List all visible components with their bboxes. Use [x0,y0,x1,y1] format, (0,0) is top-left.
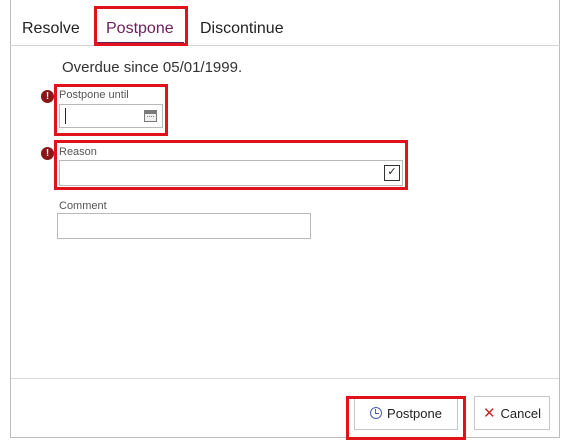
highlight-box-reason [54,140,408,190]
highlight-box-postpone-button [346,396,466,440]
highlight-box-tab [94,6,188,46]
highlight-box-postpone-until [54,84,168,136]
required-icon: ! [41,147,54,160]
cancel-button-label: Cancel [500,405,542,421]
cancel-button[interactable]: ✕ Cancel [474,396,550,430]
footer-divider [11,378,559,379]
overdue-status-text: Overdue since 05/01/1999. [62,59,243,76]
tab-bar [10,0,560,46]
close-icon: ✕ [482,405,496,422]
required-icon: ! [41,90,54,103]
tab-discontinue[interactable]: Discontinue [200,20,284,38]
comment-input[interactable] [57,213,311,239]
tab-resolve[interactable]: Resolve [22,20,80,38]
comment-label: Comment [59,200,107,212]
